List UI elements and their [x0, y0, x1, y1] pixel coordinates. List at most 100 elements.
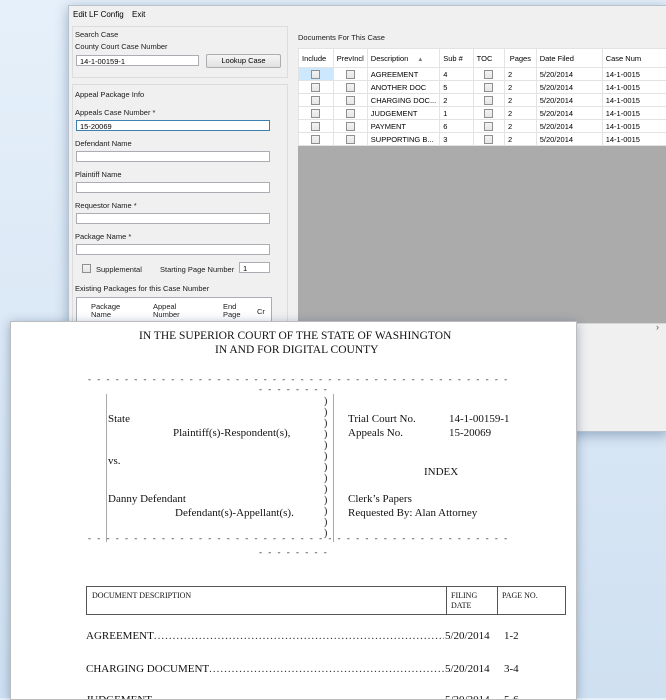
include-cell[interactable]: [299, 133, 334, 146]
include-cell[interactable]: [299, 94, 334, 107]
toc-cell[interactable]: [473, 94, 504, 107]
include-checkbox[interactable]: [311, 109, 320, 118]
sort-ascending-icon: ▲: [417, 57, 423, 63]
case-num-cell[interactable]: 14-1-0015: [602, 81, 666, 94]
date-filed-cell[interactable]: 5/20/2014: [536, 81, 602, 94]
sub-cell[interactable]: 1: [440, 107, 473, 120]
toc-checkbox[interactable]: [484, 109, 493, 118]
sub-cell[interactable]: 4: [440, 68, 473, 81]
date-filed-cell[interactable]: 5/20/2014: [536, 107, 602, 120]
county-case-input[interactable]: 14-1-00159-1: [76, 55, 199, 66]
col-sub[interactable]: Sub #: [440, 49, 473, 68]
requestor-name-input[interactable]: [76, 213, 270, 224]
toc-checkbox[interactable]: [484, 135, 493, 144]
toc-checkbox[interactable]: [484, 70, 493, 79]
existing-col-cr[interactable]: Cr: [257, 307, 265, 316]
include-checkbox[interactable]: [311, 135, 320, 144]
description-cell[interactable]: ANOTHER DOC: [367, 81, 439, 94]
col-case-num[interactable]: Case Num: [602, 49, 666, 68]
include-cell[interactable]: [299, 107, 334, 120]
sub-cell[interactable]: 3: [440, 133, 473, 146]
pages-cell[interactable]: 2: [504, 107, 536, 120]
document-row[interactable]: AGREEMENT4 25/20/201414-1-0015: [299, 68, 666, 81]
document-row[interactable]: ANOTHER DOC5 25/20/201414-1-0015: [299, 81, 666, 94]
previncl-cell[interactable]: [333, 120, 367, 133]
previncl-cell[interactable]: [333, 81, 367, 94]
toc-cell[interactable]: [473, 107, 504, 120]
include-cell[interactable]: [299, 68, 334, 81]
document-row[interactable]: CHARGING DOC...225/20/201414-1-0015: [299, 94, 666, 107]
pages-cell[interactable]: 2: [504, 94, 536, 107]
document-row[interactable]: JUDGEMENT1 25/20/201414-1-0015: [299, 107, 666, 120]
supplemental-checkbox[interactable]: [82, 264, 91, 273]
col-pages[interactable]: Pages: [504, 49, 536, 68]
description-cell[interactable]: SUPPORTING B...: [367, 133, 439, 146]
toc-cell[interactable]: [473, 133, 504, 146]
include-cell[interactable]: [299, 120, 334, 133]
previncl-cell[interactable]: [333, 94, 367, 107]
toc-checkbox[interactable]: [484, 96, 493, 105]
previncl-checkbox[interactable]: [346, 122, 355, 131]
case-num-cell[interactable]: 14-1-0015: [602, 120, 666, 133]
document-row[interactable]: SUPPORTING B...3 25/20/201414-1-0015: [299, 133, 666, 146]
defendant-name-input[interactable]: [76, 151, 270, 162]
case-num-cell[interactable]: 14-1-0015: [602, 107, 666, 120]
doc-state: State: [108, 413, 130, 425]
previncl-checkbox[interactable]: [346, 83, 355, 92]
menu-edit-lf-config[interactable]: Edit LF Config: [73, 10, 124, 19]
col-include[interactable]: Include: [299, 49, 334, 68]
doc-heading-county: IN AND FOR DIGITAL COUNTY: [215, 344, 378, 356]
pages-cell[interactable]: 2: [504, 68, 536, 81]
date-filed-cell[interactable]: 5/20/2014: [536, 94, 602, 107]
plaintiff-name-input[interactable]: [76, 182, 270, 193]
toc-checkbox[interactable]: [484, 83, 493, 92]
case-num-cell[interactable]: 14-1-0015: [602, 133, 666, 146]
document-row[interactable]: PAYMENT6 25/20/201414-1-0015: [299, 120, 666, 133]
pages-cell[interactable]: 2: [504, 81, 536, 94]
existing-col-end-page[interactable]: End Page: [223, 303, 249, 319]
previncl-cell[interactable]: [333, 133, 367, 146]
col-date-filed[interactable]: Date Filed: [536, 49, 602, 68]
sub-cell[interactable]: 6: [440, 120, 473, 133]
previncl-cell[interactable]: [333, 107, 367, 120]
description-cell[interactable]: JUDGEMENT: [367, 107, 439, 120]
include-checkbox[interactable]: [311, 70, 320, 79]
col-previncl[interactable]: PrevIncl: [333, 49, 367, 68]
case-num-cell[interactable]: 14-1-0015: [602, 68, 666, 81]
date-filed-cell[interactable]: 5/20/2014: [536, 120, 602, 133]
previncl-checkbox[interactable]: [346, 96, 355, 105]
include-checkbox[interactable]: [311, 122, 320, 131]
starting-page-input[interactable]: 1: [239, 262, 270, 273]
sub-cell[interactable]: 2: [440, 94, 473, 107]
package-name-input[interactable]: [76, 244, 270, 255]
doc-entry-leader-dots: ........................................…: [152, 694, 444, 700]
col-description[interactable]: Description ▲: [367, 49, 439, 68]
previncl-checkbox[interactable]: [346, 70, 355, 79]
include-checkbox[interactable]: [311, 96, 320, 105]
col-toc[interactable]: TOC: [473, 49, 504, 68]
previncl-cell[interactable]: [333, 68, 367, 81]
case-num-cell[interactable]: 14-1-0015: [602, 94, 666, 107]
date-filed-cell[interactable]: 5/20/2014: [536, 68, 602, 81]
appeals-case-input[interactable]: 15-20069: [76, 120, 270, 131]
existing-col-package-name[interactable]: Package Name: [91, 303, 131, 319]
sub-cell[interactable]: 5: [440, 81, 473, 94]
description-cell[interactable]: AGREEMENT: [367, 68, 439, 81]
scroll-right-arrow-icon[interactable]: ›: [656, 322, 659, 332]
pages-cell[interactable]: 2: [504, 120, 536, 133]
include-cell[interactable]: [299, 81, 334, 94]
menu-exit[interactable]: Exit: [132, 10, 145, 19]
lookup-case-button[interactable]: Lookup Case: [206, 54, 281, 68]
previncl-checkbox[interactable]: [346, 135, 355, 144]
previncl-checkbox[interactable]: [346, 109, 355, 118]
toc-cell[interactable]: [473, 68, 504, 81]
existing-col-appeal-number[interactable]: Appeal Number: [153, 303, 193, 319]
pages-cell[interactable]: 2: [504, 133, 536, 146]
toc-cell[interactable]: [473, 120, 504, 133]
date-filed-cell[interactable]: 5/20/2014: [536, 133, 602, 146]
description-cell[interactable]: PAYMENT: [367, 120, 439, 133]
toc-checkbox[interactable]: [484, 122, 493, 131]
description-cell[interactable]: CHARGING DOC...: [367, 94, 439, 107]
include-checkbox[interactable]: [311, 83, 320, 92]
toc-cell[interactable]: [473, 81, 504, 94]
